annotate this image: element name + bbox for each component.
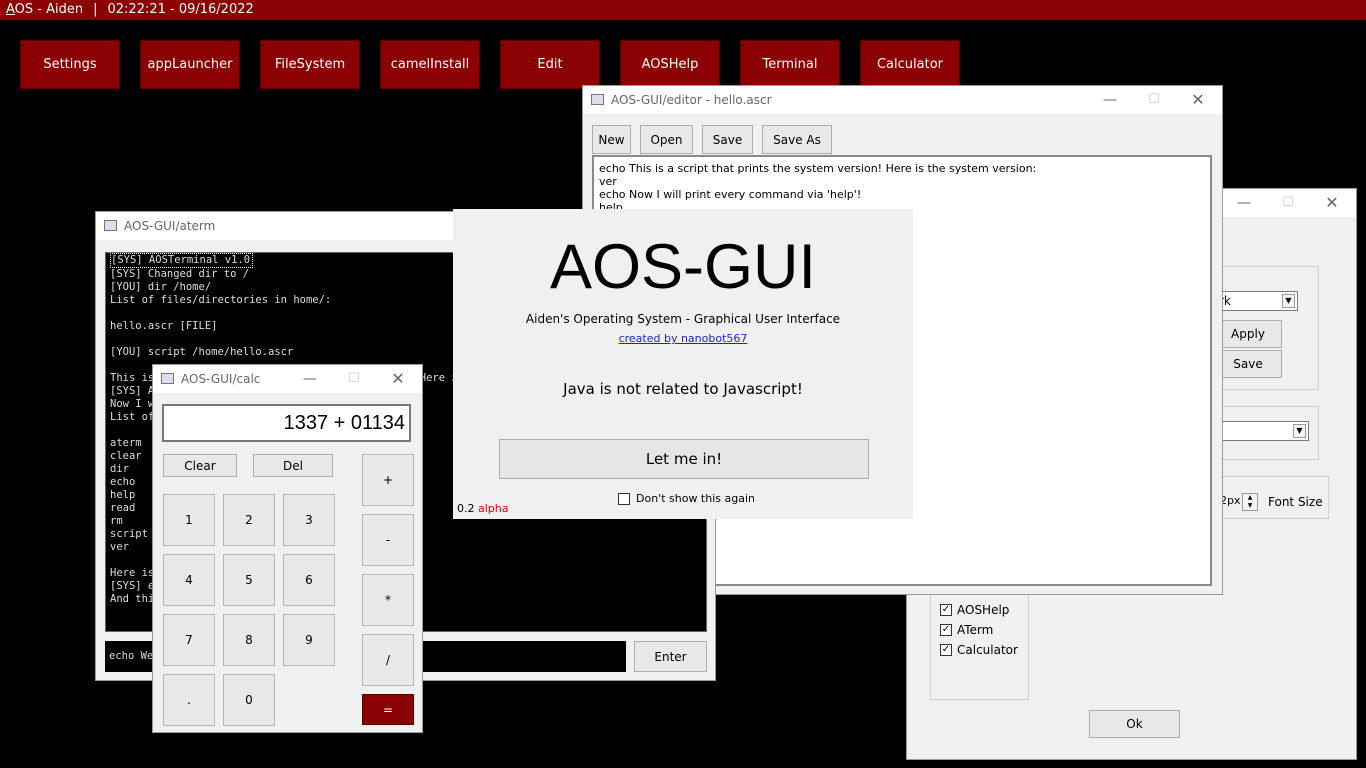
editor-titlebar[interactable]: AOS-GUI/editor - hello.ascr — ☐ ✕ bbox=[583, 86, 1222, 114]
calc-key-divide[interactable]: / bbox=[362, 634, 414, 686]
maximize-icon[interactable]: ☐ bbox=[1132, 86, 1176, 114]
checkbox-calculator[interactable]: ✓ Calculator bbox=[940, 643, 1018, 657]
splash-version-number: 0.2 bbox=[457, 502, 475, 515]
font-size-spinner[interactable]: ▲ ▼ bbox=[1242, 493, 1258, 511]
splash-fact: Java is not related to Javascript! bbox=[563, 380, 803, 398]
calc-clear-button[interactable]: Clear bbox=[163, 454, 237, 477]
close-icon[interactable]: ✕ bbox=[376, 365, 420, 393]
ok-button[interactable]: Ok bbox=[1089, 710, 1180, 738]
calc-key-minus[interactable]: - bbox=[362, 514, 414, 566]
terminal-enter-button[interactable]: Enter bbox=[634, 641, 707, 672]
minimize-icon[interactable]: — bbox=[288, 365, 332, 393]
checkbox-aoshelp[interactable]: ✓ AOSHelp bbox=[940, 603, 1009, 617]
calc-title: AOS-GUI/calc bbox=[181, 372, 261, 386]
app-button-edit[interactable]: Edit bbox=[500, 40, 600, 89]
dont-show-checkbox[interactable]: Don't show this again bbox=[618, 492, 755, 505]
editor-new-button[interactable]: New bbox=[592, 125, 631, 154]
editor-open-button[interactable]: Open bbox=[640, 125, 693, 154]
chevron-down-icon: ▼ bbox=[1293, 424, 1306, 438]
checkbox-icon: ✓ bbox=[940, 644, 952, 656]
calc-key-4[interactable]: 4 bbox=[163, 554, 215, 606]
aterm-title: AOS-GUI/aterm bbox=[124, 219, 216, 233]
minimize-icon[interactable]: — bbox=[1222, 189, 1266, 217]
calc-key-equals[interactable]: = bbox=[362, 694, 414, 725]
settings-save-button[interactable]: Save bbox=[1214, 350, 1282, 378]
editor-save-as-button[interactable]: Save As bbox=[762, 125, 832, 154]
calc-key-5[interactable]: 5 bbox=[223, 554, 275, 606]
calc-key-7[interactable]: 7 bbox=[163, 614, 215, 666]
dont-show-label: Don't show this again bbox=[636, 492, 755, 505]
editor-save-button[interactable]: Save bbox=[702, 125, 753, 154]
splash-version: 0.2 alpha bbox=[457, 502, 509, 515]
close-icon[interactable]: ✕ bbox=[1176, 86, 1220, 114]
calc-titlebar[interactable]: AOS-GUI/calc — ☐ ✕ bbox=[153, 365, 422, 393]
checkbox-calculator-label: Calculator bbox=[957, 643, 1018, 657]
calc-key-dot[interactable]: . bbox=[163, 674, 215, 726]
window-app-icon bbox=[104, 220, 117, 231]
splash-subtitle: Aiden's Operating System - Graphical Use… bbox=[525, 312, 841, 326]
window-app-icon bbox=[161, 373, 174, 384]
theme-combo[interactable]: rk ▼ bbox=[1214, 291, 1298, 311]
calc-key-1[interactable]: 1 bbox=[163, 494, 215, 546]
close-icon[interactable]: ✕ bbox=[1310, 189, 1354, 217]
maximize-icon[interactable]: ☐ bbox=[1266, 189, 1310, 217]
checkbox-aterm-label: ATerm bbox=[957, 623, 994, 637]
app-button-camelinstall[interactable]: camelInstall bbox=[380, 40, 480, 89]
font-size-value[interactable]: 2px bbox=[1220, 494, 1241, 507]
topbar-title-initial: A bbox=[6, 2, 15, 17]
calc-del-button[interactable]: Del bbox=[253, 454, 333, 477]
topbar-separator: | bbox=[93, 2, 98, 17]
settings-combo-2[interactable]: ▼ bbox=[1214, 421, 1309, 441]
checkbox-icon: ✓ bbox=[940, 624, 952, 636]
app-button-aoshelp[interactable]: AOSHelp bbox=[620, 40, 720, 89]
terminal-output-first-line: [SYS] AOSTerminal v1.0 bbox=[110, 253, 254, 268]
top-bar: AOS - Aiden | 02:22:21 - 09/16/2022 bbox=[0, 0, 1366, 20]
calc-key-plus[interactable]: + bbox=[362, 454, 414, 506]
app-button-terminal[interactable]: Terminal bbox=[740, 40, 840, 89]
calc-key-0[interactable]: 0 bbox=[223, 674, 275, 726]
editor-title: AOS-GUI/editor - hello.ascr bbox=[611, 93, 772, 107]
topbar-title: OS - Aiden bbox=[14, 2, 84, 17]
checkbox-icon: ✓ bbox=[940, 604, 952, 616]
app-button-calculator[interactable]: Calculator bbox=[860, 40, 960, 89]
splash-version-tag: alpha bbox=[478, 502, 509, 515]
calc-key-2[interactable]: 2 bbox=[223, 494, 275, 546]
topbar-datetime: 02:22:21 - 09/16/2022 bbox=[107, 2, 254, 17]
checkbox-icon bbox=[618, 492, 630, 505]
apply-button[interactable]: Apply bbox=[1214, 320, 1282, 348]
window-app-icon bbox=[591, 94, 604, 105]
calc-key-6[interactable]: 6 bbox=[283, 554, 335, 606]
chevron-down-icon: ▼ bbox=[1282, 294, 1295, 308]
splash-credit-link[interactable]: created by nanobot567 bbox=[453, 332, 913, 345]
minimize-icon[interactable]: — bbox=[1088, 86, 1132, 114]
calc-key-9[interactable]: 9 bbox=[283, 614, 335, 666]
app-button-filesystem[interactable]: FileSystem bbox=[260, 40, 360, 89]
splash-dialog: AOS-GUI Aiden's Operating System - Graph… bbox=[453, 209, 913, 519]
calc-display: 1337 + 01134 bbox=[162, 404, 411, 442]
calc-key-multiply[interactable]: * bbox=[362, 574, 414, 626]
app-button-applauncher[interactable]: appLauncher bbox=[140, 40, 240, 89]
checkbox-aterm[interactable]: ✓ ATerm bbox=[940, 623, 993, 637]
splash-heading: AOS-GUI bbox=[549, 232, 817, 302]
calc-key-3[interactable]: 3 bbox=[283, 494, 335, 546]
checkbox-aoshelp-label: AOSHelp bbox=[957, 603, 1010, 617]
maximize-icon[interactable]: ☐ bbox=[332, 365, 376, 393]
let-me-in-button[interactable]: Let me in! bbox=[499, 439, 869, 479]
app-button-settings[interactable]: Settings bbox=[20, 40, 120, 89]
font-size-label: Font Size bbox=[1268, 495, 1323, 509]
calc-key-8[interactable]: 8 bbox=[223, 614, 275, 666]
